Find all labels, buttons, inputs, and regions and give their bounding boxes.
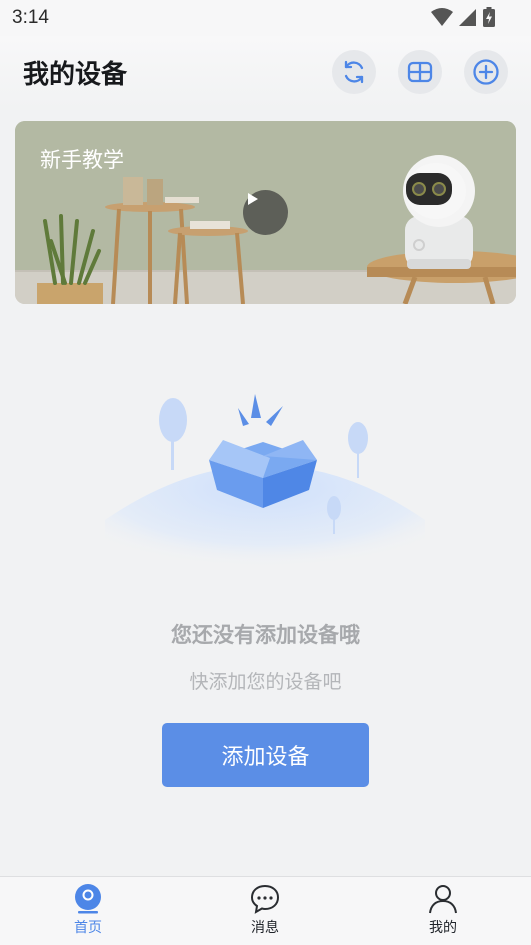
page-title: 我的设备	[23, 60, 128, 90]
header: 我的设备	[0, 36, 531, 108]
status-icons	[431, 7, 495, 27]
tab-home-label: 首页	[74, 920, 102, 936]
refresh-icon	[344, 60, 364, 84]
play-icon	[248, 193, 258, 205]
profile-icon	[429, 885, 457, 914]
battery-icon	[483, 7, 495, 27]
wifi-icon	[431, 8, 453, 26]
grid-layout-icon	[407, 61, 433, 83]
empty-state-title: 您还没有添加设备哦	[171, 623, 360, 647]
status-bar: 3:14	[0, 0, 531, 36]
refresh-button[interactable]	[332, 50, 376, 94]
tab-home[interactable]: 首页	[48, 883, 128, 943]
cellular-signal-icon	[459, 9, 476, 26]
home-camera-icon	[75, 884, 101, 914]
layout-toggle-button[interactable]	[398, 50, 442, 94]
add-device-button[interactable]: 添加设备	[162, 723, 369, 787]
tutorial-banner[interactable]: 新手教学	[15, 121, 516, 304]
add-device-header-button[interactable]	[464, 50, 508, 94]
banner-title: 新手教学	[40, 148, 124, 172]
plus-circle-icon	[473, 59, 499, 85]
empty-box-illustration	[105, 394, 425, 580]
tab-profile[interactable]: 我的	[403, 883, 483, 943]
message-icon	[250, 884, 280, 914]
tab-messages-label: 消息	[251, 920, 279, 936]
tab-messages[interactable]: 消息	[225, 883, 305, 943]
play-button[interactable]	[243, 190, 288, 235]
bottom-tab-bar: 首页 消息 我的	[0, 876, 531, 945]
empty-state-subtitle: 快添加您的设备吧	[189, 671, 342, 693]
tab-profile-label: 我的	[429, 920, 457, 936]
status-time: 3:14	[12, 7, 49, 28]
